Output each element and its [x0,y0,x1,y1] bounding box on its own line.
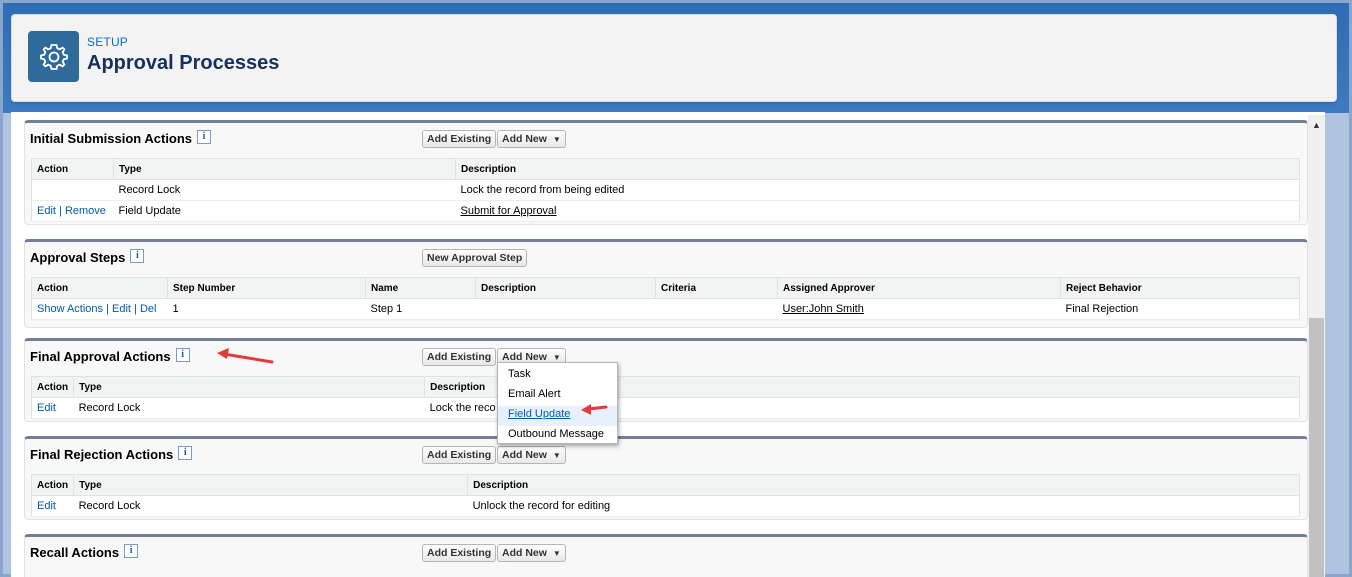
edit-link[interactable]: Edit [37,205,56,217]
table-row: Edit | Remove Field Update Submit for Ap… [31,200,1300,222]
chevron-down-icon: ▼ [552,549,561,558]
info-icon[interactable]: i [197,130,212,144]
column-header: Name [365,277,476,299]
description-cell: Unlock the record for editing [467,495,1300,517]
menu-item-outbound-message[interactable]: Outbound Message [498,426,617,446]
add-existing-button[interactable]: Add Existing [422,544,497,562]
step-name-cell: Step 1 [365,298,476,320]
description-cell: Lock the record from being edited [455,179,1300,201]
info-icon[interactable]: i [130,249,145,263]
column-header: Type [73,474,469,496]
annotation-arrow-icon [217,348,274,364]
action-cell: Edit | Remove [31,200,114,222]
chevron-down-icon: ▼ [552,451,561,460]
info-icon[interactable]: i [175,348,190,362]
add-existing-button[interactable]: Add Existing [422,348,497,366]
info-icon[interactable]: i [124,544,139,558]
column-header: Description [455,158,1300,180]
approval-steps-panel: Approval Steps i New Approval Step Action… [24,239,1308,328]
column-header: Type [113,158,456,180]
add-existing-button[interactable]: Add Existing [422,446,497,464]
initial-submission-table: Action Type Description Record Lock Lock… [31,158,1300,222]
main-content: Initial Submission Actions i Add Existing… [11,112,1325,577]
table-row: Show Actions | Edit | Del 1 Step 1 User:… [31,298,1300,320]
edit-link[interactable]: Edit [112,303,131,315]
approver-cell: User:John Smith [777,298,1061,320]
new-approval-step-button[interactable]: New Approval Step [422,249,528,267]
description-cell [475,298,656,320]
final-approval-table: Action Type Description Edit Record Lock… [31,376,1300,419]
table-row: Record Lock Lock the record from being e… [31,179,1300,201]
final-rejection-table: Action Type Description Edit Record Lock… [31,474,1300,517]
separator: | [106,303,109,315]
action-cell: Show Actions | Edit | Del [31,298,168,320]
description-cell: Submit for Approval [455,200,1300,222]
column-header: Criteria [655,277,778,299]
add-existing-button[interactable]: Add Existing [422,130,497,148]
approval-steps-table: Action Step Number Name Description Crit… [31,277,1300,320]
column-header: Reject Behavior [1060,277,1300,299]
description-link[interactable]: Submit for Approval [461,205,557,217]
approver-link[interactable]: User:John Smith [783,303,864,315]
initial-submission-panel: Initial Submission Actions i Add Existing… [24,120,1308,225]
vertical-scrollbar[interactable]: ▲ [1308,115,1325,577]
remove-link[interactable]: Remove [65,205,106,217]
page-header: SETUP Approval Processes [11,14,1337,102]
column-header: Assigned Approver [777,277,1061,299]
add-new-button[interactable]: Add New ▼ [497,544,566,562]
breadcrumb: SETUP [87,35,129,49]
column-header: Type [73,376,426,398]
action-cell: Edit [31,397,74,419]
type-cell: Record Lock [73,495,468,517]
criteria-cell [655,298,778,320]
final-rejection-panel: Final Rejection Actions i Add Existing Ad… [24,436,1308,520]
section-title: Final Rejection Actions i [30,446,193,462]
column-header: Step Number [167,277,366,299]
gear-icon [28,31,79,82]
table-row: Edit Record Lock Lock the reco [31,397,1300,419]
recall-panel: Recall Actions i Add Existing Add New ▼ [24,534,1308,577]
table-row: Edit Record Lock Unlock the record for e… [31,495,1300,517]
page-title: Approval Processes [87,52,280,74]
separator: | [134,303,137,315]
column-header: Description [467,474,1300,496]
column-header: Action [31,158,114,180]
info-icon[interactable]: i [178,446,193,460]
menu-item-task[interactable]: Task [498,366,617,386]
add-new-button[interactable]: Add New ▼ [497,130,566,148]
section-title: Approval Steps i [30,249,145,265]
column-header: Action [31,376,75,398]
step-number-cell: 1 [167,298,366,320]
type-cell: Record Lock [73,397,425,419]
annotation-arrow-icon [581,404,608,415]
separator: | [59,205,62,217]
section-title: Initial Submission Actions i [30,130,212,146]
scroll-up-icon[interactable]: ▲ [1312,120,1321,130]
chevron-down-icon: ▼ [552,135,561,144]
type-cell: Record Lock [113,179,456,201]
section-title: Final Approval Actions i [30,348,190,364]
add-new-button[interactable]: Add New ▼ [497,446,566,464]
edit-link[interactable]: Edit [37,500,56,512]
delete-link[interactable]: Del [140,303,157,315]
scrollbar-thumb[interactable] [1309,318,1324,577]
column-header: Action [31,474,75,496]
show-actions-link[interactable]: Show Actions [37,303,103,315]
reject-behavior-cell: Final Rejection [1060,298,1300,320]
edit-link[interactable]: Edit [37,402,56,414]
action-cell [31,179,114,201]
section-title: Recall Actions i [30,544,139,560]
type-cell: Field Update [113,200,456,222]
chevron-down-icon: ▼ [552,353,561,362]
action-cell: Edit [31,495,74,517]
column-header: Action [31,277,168,299]
column-header: Description [475,277,656,299]
